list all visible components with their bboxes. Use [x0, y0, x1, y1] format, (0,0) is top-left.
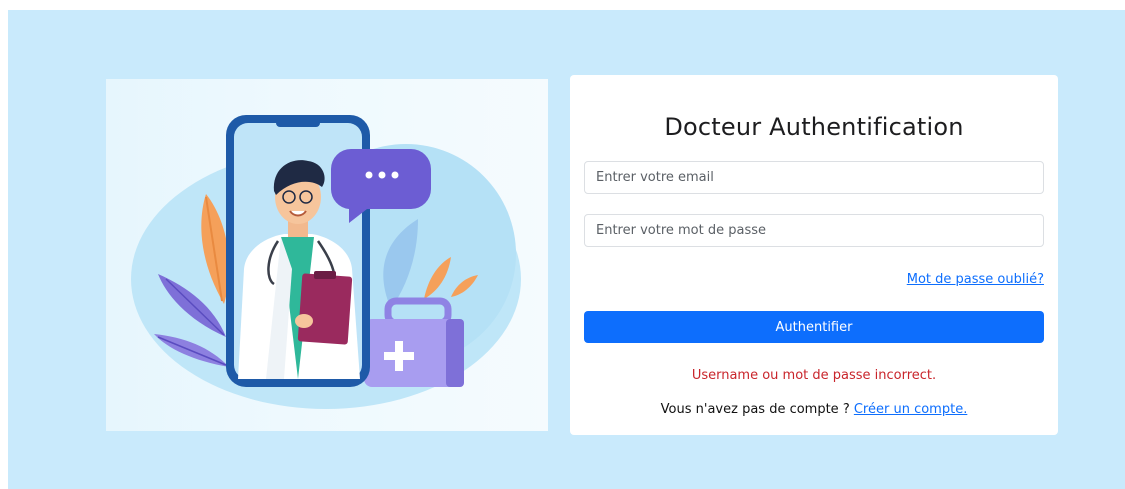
email-field[interactable]	[584, 161, 1044, 194]
doctor-illustration	[106, 79, 548, 431]
signup-prompt-line: Vous n'avez pas de compte ? Créer un com…	[570, 402, 1058, 417]
password-field[interactable]	[584, 214, 1044, 247]
login-card: Docteur Authentification Mot de passe ou…	[570, 75, 1058, 435]
create-account-link[interactable]: Créer un compte.	[854, 402, 967, 417]
page-title: Docteur Authentification	[664, 113, 964, 141]
forgot-password-link[interactable]: Mot de passe oublié?	[907, 272, 1044, 287]
signup-prompt-text: Vous n'avez pas de compte ?	[660, 402, 854, 417]
error-message: Username ou mot de passe incorrect.	[691, 368, 937, 383]
authenticate-button[interactable]: Authentifier	[584, 311, 1044, 343]
